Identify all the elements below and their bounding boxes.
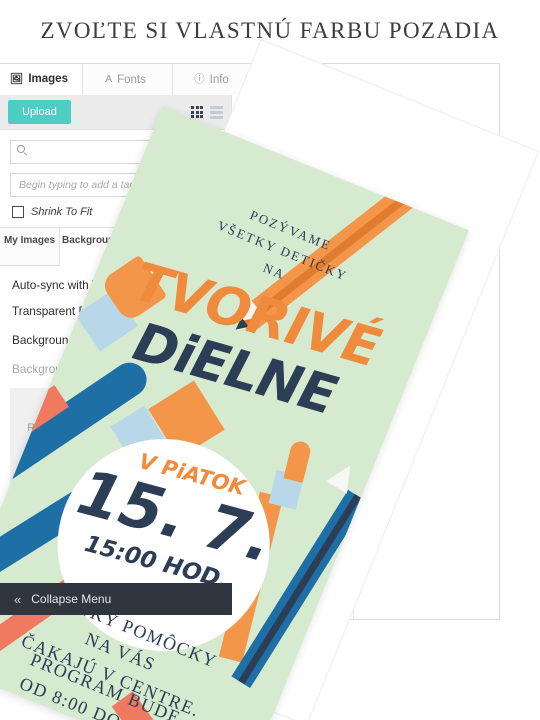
preset-colors-label: Preset colors xyxy=(250,315,306,326)
app-window: 🖼 Images A Fonts ⓘ Info Upload Search Be… xyxy=(0,63,500,620)
no-image-label: No Image xyxy=(166,363,217,375)
search-input[interactable] xyxy=(10,140,174,164)
shapes-icon-stack xyxy=(210,239,219,254)
bottom-coral-brush xyxy=(111,691,204,720)
chevron-double-left-icon: « xyxy=(14,591,22,607)
sub-tab-bar: My Images Backgrounds Customer Images xyxy=(0,228,231,266)
image-icon: 🖼 xyxy=(10,72,24,85)
background-images-row: Background Images ✓ No Image xyxy=(12,362,219,376)
shapes-icon xyxy=(201,242,210,251)
auto-sync-label: Auto-sync with Tagged Images xyxy=(12,278,173,292)
color-preview-row xyxy=(250,210,370,240)
search-icon xyxy=(17,145,25,153)
sub-tab-backgrounds[interactable]: Backgrounds xyxy=(60,228,129,266)
hex-label: Hex xyxy=(288,287,306,298)
top-tab-bar: 🖼 Images A Fonts ⓘ Info xyxy=(0,64,499,95)
page-title: ZVOĽTE SI VLASTNÚ FARBU POZADIA xyxy=(40,18,500,43)
background-color-swatch[interactable] xyxy=(116,330,143,350)
search-button[interactable]: Search xyxy=(174,140,235,164)
saturation-value-box[interactable] xyxy=(250,95,353,199)
search-input-wrap xyxy=(10,140,174,164)
tab-images[interactable]: 🖼 Images xyxy=(0,64,83,95)
shrink-to-fit-item[interactable]: Shrink To Fit xyxy=(12,206,92,218)
checkbox-row: Shrink To Fit Select All xyxy=(0,197,231,228)
tab-info-label: Info xyxy=(209,73,229,86)
background-options: Auto-sync with Tagged Images Transparent… xyxy=(0,266,231,376)
tab-info[interactable]: ⓘ Info xyxy=(172,64,255,95)
saturation-value-handle[interactable] xyxy=(258,100,267,109)
canvas-area xyxy=(353,95,499,619)
select-all-item[interactable]: Select All xyxy=(134,206,199,218)
auto-sync-row: Auto-sync with Tagged Images xyxy=(12,278,219,292)
select-all-label: Select All xyxy=(153,206,199,218)
font-a-icon: A xyxy=(105,73,113,86)
search-row: Search xyxy=(0,130,235,164)
select-all-checkbox[interactable] xyxy=(134,206,147,218)
transparent-background-checkbox[interactable] xyxy=(151,305,164,317)
upload-button[interactable]: Upload xyxy=(8,100,71,124)
poster-bottom-text-2: PROGRAM BUDE OD 8:00 DO 16:00 xyxy=(0,615,263,720)
divider xyxy=(250,307,344,308)
auto-sync-checkbox[interactable] xyxy=(182,279,195,291)
eyedropper-icon[interactable]: ✎ xyxy=(145,330,167,350)
empty-state-message: No background images Right-click an imag… xyxy=(10,388,221,488)
info-circle-icon: ⓘ xyxy=(194,73,205,86)
transparent-bg-row: Transparent Background xyxy=(12,304,219,318)
transparent-background-label: Transparent Background xyxy=(12,304,142,318)
sub-tab-customer-images[interactable]: Customer Images xyxy=(128,228,189,265)
poster-url: www.dragonflydesign.sk xyxy=(0,663,244,720)
poster-bottom-line-5: OD 8:00 DO 16:00 xyxy=(16,673,175,720)
sub-tab-my-images[interactable]: My Images xyxy=(0,228,61,265)
shrink-to-fit-label: Shrink To Fit xyxy=(31,206,93,218)
background-color-row: Background Color ✎ xyxy=(12,330,219,350)
chevron-down-icon xyxy=(204,182,212,188)
color-picker-body: Add color #d8efcd Hex Preset colors More xyxy=(250,200,370,341)
tab-bar-filler xyxy=(254,64,499,95)
tab-fonts[interactable]: A Fonts xyxy=(82,64,173,95)
empty-state-line-1: No background images xyxy=(59,404,172,416)
background-color-label: Background Color xyxy=(12,333,107,347)
shrink-to-fit-checkbox[interactable] xyxy=(12,206,24,218)
hex-input[interactable]: #d8efcd xyxy=(250,263,344,283)
tag-input[interactable]: Begin typing to add a tag xyxy=(10,173,221,197)
upload-toolbar: Upload xyxy=(0,95,231,130)
grid-view-icon[interactable] xyxy=(191,106,203,118)
view-toggle xyxy=(191,105,223,119)
color-picker-panel: Add color #d8efcd Hex Preset colors More xyxy=(233,95,353,619)
screenshot-root: ZVOĽTE SI VLASTNÚ FARBU POZADIA 🖼 Images… xyxy=(0,0,540,720)
empty-state-line-3: as a background image. xyxy=(57,457,174,470)
hue-slider[interactable] xyxy=(291,217,341,233)
poster-bottom-line-4: PROGRAM BUDE xyxy=(27,649,184,720)
tag-input-placeholder: Begin typing to add a tag xyxy=(19,179,136,191)
images-panel: Upload Search Begin typing to add a tag … xyxy=(0,95,235,619)
tab-fonts-label: Fonts xyxy=(117,73,146,86)
collapse-menu-label: Collapse Menu xyxy=(31,592,112,606)
sub-tab-shapes[interactable] xyxy=(189,228,231,265)
no-image-checkbox[interactable]: ✓ xyxy=(146,362,161,376)
hue-slider-handle[interactable] xyxy=(305,218,317,231)
empty-state-line-2: Right-click an image in My Images to add xyxy=(27,421,204,452)
background-images-label: Background Images xyxy=(12,362,117,376)
tab-images-label: Images xyxy=(28,73,68,85)
list-view-icon[interactable] xyxy=(210,105,223,119)
color-preview-circle xyxy=(250,210,280,240)
collapse-menu-button[interactable]: « Collapse Menu xyxy=(0,583,232,615)
preset-colors-more: More xyxy=(286,331,308,341)
add-color-link[interactable]: Add color xyxy=(250,245,370,256)
